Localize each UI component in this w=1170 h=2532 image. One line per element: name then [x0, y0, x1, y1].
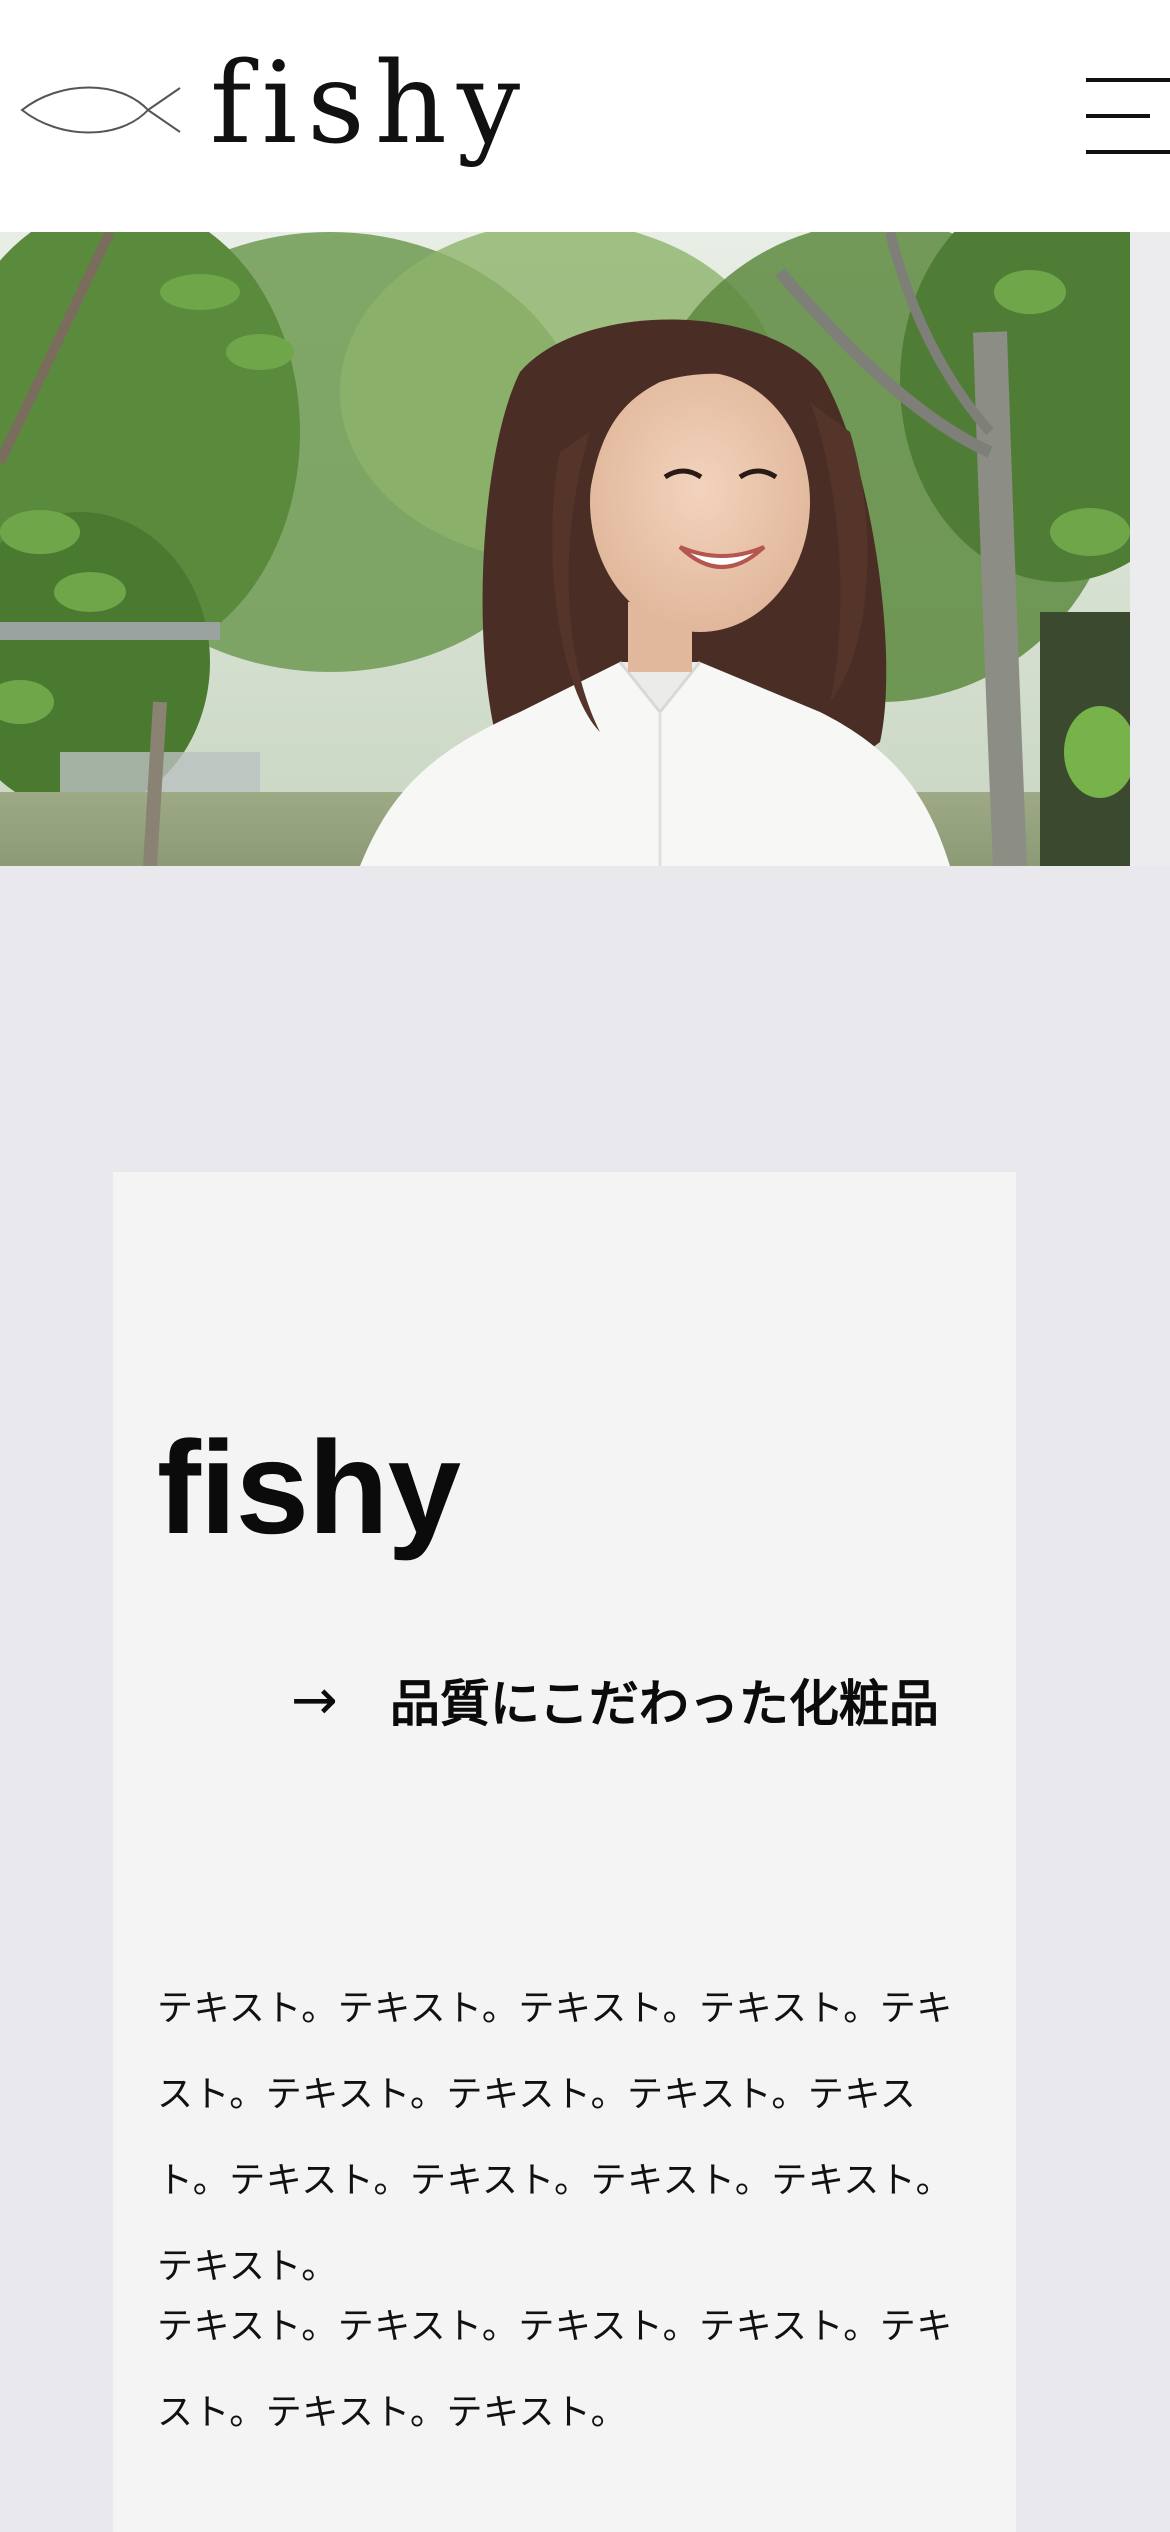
fish-outline-icon: [20, 86, 181, 134]
tagline-text: 品質にこだわった化粧品: [389, 1675, 939, 1733]
arrow-right-icon: →: [291, 1667, 338, 1733]
site-header: fishy: [0, 0, 1170, 232]
brand-title: fishy: [157, 1414, 461, 1561]
hero-side-strip: [1130, 232, 1170, 866]
hero-photo: [0, 232, 1130, 866]
logo-text: fishy: [210, 39, 531, 169]
tagline: → 品質にこだわった化粧品: [291, 1664, 939, 1736]
body-paragraph-2: テキスト。テキスト。テキスト。テキスト。テキスト。テキスト。テキスト。: [157, 2306, 953, 2433]
intro-card: fishy → 品質にこだわった化粧品 テキスト。テキスト。テキスト。テキスト。…: [113, 1172, 1016, 2532]
menu-button[interactable]: [1086, 78, 1170, 154]
site-logo[interactable]: fishy: [20, 40, 530, 180]
hero-image: [0, 232, 1130, 866]
body-paragraph-1: テキスト。テキスト。テキスト。テキスト。テキスト。テキスト。テキスト。テキスト。…: [157, 1988, 953, 2287]
